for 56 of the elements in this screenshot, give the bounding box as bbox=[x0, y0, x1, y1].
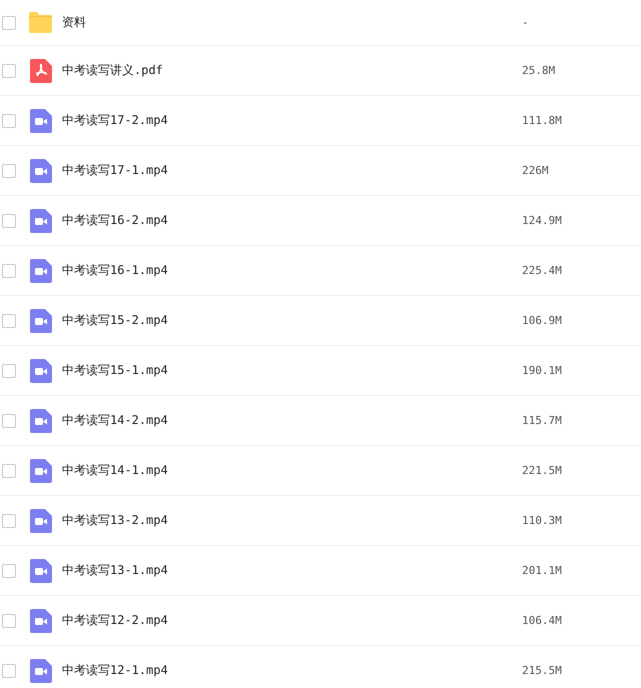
video-file-icon bbox=[30, 558, 52, 582]
file-size: 115.7M bbox=[522, 414, 562, 427]
file-name[interactable]: 资料 bbox=[62, 15, 86, 29]
file-name[interactable]: 中考读写16-1.mp4 bbox=[62, 263, 168, 277]
video-file-icon bbox=[30, 508, 52, 532]
file-size: 215.5M bbox=[522, 664, 562, 677]
file-name[interactable]: 中考读写13-2.mp4 bbox=[62, 513, 168, 527]
file-size: 25.8M bbox=[522, 64, 556, 77]
video-file-icon bbox=[30, 208, 52, 232]
video-file-icon bbox=[30, 608, 52, 632]
checkbox[interactable] bbox=[2, 64, 16, 78]
file-name[interactable]: 中考读写14-1.mp4 bbox=[62, 463, 168, 477]
folder-icon bbox=[29, 12, 52, 33]
checkbox[interactable] bbox=[2, 664, 16, 678]
video-file-icon bbox=[30, 458, 52, 482]
file-name[interactable]: 中考读写12-1.mp4 bbox=[62, 663, 168, 677]
checkbox[interactable] bbox=[2, 214, 16, 228]
file-name[interactable]: 中考读写12-2.mp4 bbox=[62, 613, 168, 627]
file-size: 106.9M bbox=[522, 314, 562, 327]
video-file-icon bbox=[30, 158, 52, 182]
checkbox[interactable] bbox=[2, 114, 16, 128]
checkbox[interactable] bbox=[2, 414, 16, 428]
file-name[interactable]: 中考读写17-2.mp4 bbox=[62, 113, 168, 127]
checkbox[interactable] bbox=[2, 514, 16, 528]
pdf-file-icon bbox=[30, 58, 52, 82]
file-name[interactable]: 中考读写16-2.mp4 bbox=[62, 213, 168, 227]
file-size: - bbox=[522, 16, 529, 29]
file-size: 225.4M bbox=[522, 264, 562, 277]
file-size: 226M bbox=[522, 164, 548, 177]
checkbox[interactable] bbox=[2, 264, 16, 278]
file-name[interactable]: 中考读写17-1.mp4 bbox=[62, 163, 168, 177]
file-name[interactable]: 中考读写13-1.mp4 bbox=[62, 563, 168, 577]
file-size: 110.3M bbox=[522, 514, 562, 527]
file-size: 201.1M bbox=[522, 564, 562, 577]
video-file-icon bbox=[30, 358, 52, 382]
video-file-icon bbox=[30, 408, 52, 432]
checkbox[interactable] bbox=[2, 16, 16, 30]
checkbox[interactable] bbox=[2, 614, 16, 628]
checkbox[interactable] bbox=[2, 564, 16, 578]
checkbox[interactable] bbox=[2, 164, 16, 178]
file-name[interactable]: 中考读写15-1.mp4 bbox=[62, 363, 168, 377]
file-size: 111.8M bbox=[522, 114, 562, 127]
file-name[interactable]: 中考读写14-2.mp4 bbox=[62, 413, 168, 427]
file-size: 106.4M bbox=[522, 614, 562, 627]
checkbox[interactable] bbox=[2, 364, 16, 378]
file-size: 124.9M bbox=[522, 214, 562, 227]
checkbox[interactable] bbox=[2, 314, 16, 328]
checkbox[interactable] bbox=[2, 464, 16, 478]
video-file-icon bbox=[30, 308, 52, 332]
file-size: 190.1M bbox=[522, 364, 562, 377]
video-file-icon bbox=[30, 258, 52, 282]
video-file-icon bbox=[30, 658, 52, 682]
file-name[interactable]: 中考读写讲义.pdf bbox=[62, 63, 163, 77]
video-file-icon bbox=[30, 108, 52, 132]
file-name[interactable]: 中考读写15-2.mp4 bbox=[62, 313, 168, 327]
file-size: 221.5M bbox=[522, 464, 562, 477]
